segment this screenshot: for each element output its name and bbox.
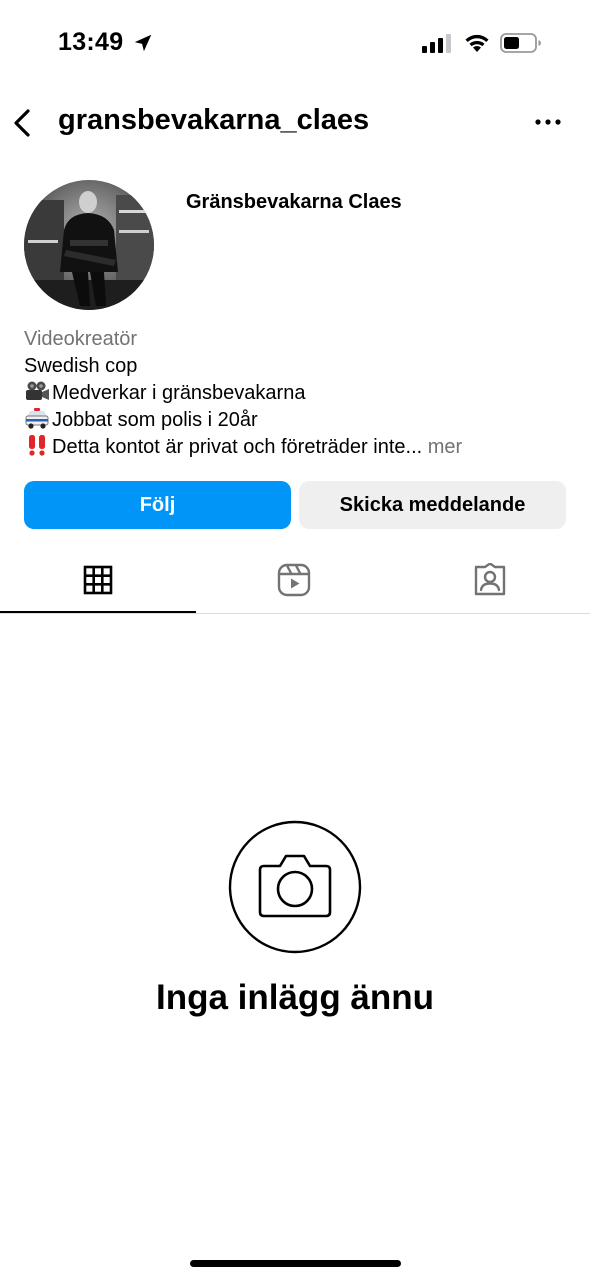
tab-posts-grid[interactable] bbox=[0, 548, 196, 613]
grid-icon bbox=[83, 565, 113, 595]
bio-line: Medverkar i gränsbevakarna bbox=[24, 380, 569, 407]
empty-state-text: Inga inlägg ännu bbox=[155, 978, 435, 1017]
video-camera-icon bbox=[26, 381, 49, 400]
camera-icon bbox=[228, 820, 362, 954]
status-time: 13:49 bbox=[58, 28, 124, 56]
bio-text: Detta kontot är privat och företräder in… bbox=[52, 436, 423, 458]
back-chevron-icon[interactable] bbox=[8, 106, 38, 140]
profile-header: gransbevakarna_claes bbox=[0, 90, 590, 156]
bio-text: Medverkar i gränsbevakarna bbox=[52, 382, 306, 404]
home-indicator[interactable] bbox=[190, 1260, 401, 1267]
display-name: Gränsbevakarna Claes bbox=[186, 191, 402, 213]
bio-line: Jobbat som polis i 20år bbox=[24, 407, 569, 434]
bio-text: Jobbat som polis i 20år bbox=[52, 409, 258, 431]
bio-more-link[interactable]: mer bbox=[428, 436, 462, 458]
wifi-icon bbox=[465, 34, 489, 52]
battery-icon bbox=[500, 33, 541, 53]
profile-tabs bbox=[0, 548, 590, 614]
bio-line: Swedish cop bbox=[24, 355, 138, 377]
tab-reels[interactable] bbox=[196, 548, 392, 614]
location-arrow-icon bbox=[134, 34, 152, 52]
avatar[interactable] bbox=[24, 180, 154, 310]
reels-icon bbox=[277, 563, 311, 597]
more-options-icon[interactable] bbox=[532, 110, 564, 134]
police-car-icon bbox=[25, 408, 49, 429]
cellular-signal-icon bbox=[422, 34, 451, 53]
bio: Videokreatör Swedish cop Medverkar i grä… bbox=[24, 326, 569, 461]
header-username: gransbevakarna_claes bbox=[58, 104, 370, 136]
bio-category: Videokreatör bbox=[24, 328, 138, 350]
send-message-button[interactable]: Skicka meddelande bbox=[299, 481, 566, 529]
tagged-icon bbox=[474, 563, 506, 596]
bio-line: Detta kontot är privat och företräder in… bbox=[24, 434, 569, 461]
status-bar: 13:49 bbox=[0, 0, 590, 90]
follow-button[interactable]: Följ bbox=[24, 481, 291, 529]
avatar-photo bbox=[24, 180, 154, 310]
double-exclamation-icon bbox=[29, 435, 45, 456]
tab-tagged[interactable] bbox=[394, 548, 590, 614]
